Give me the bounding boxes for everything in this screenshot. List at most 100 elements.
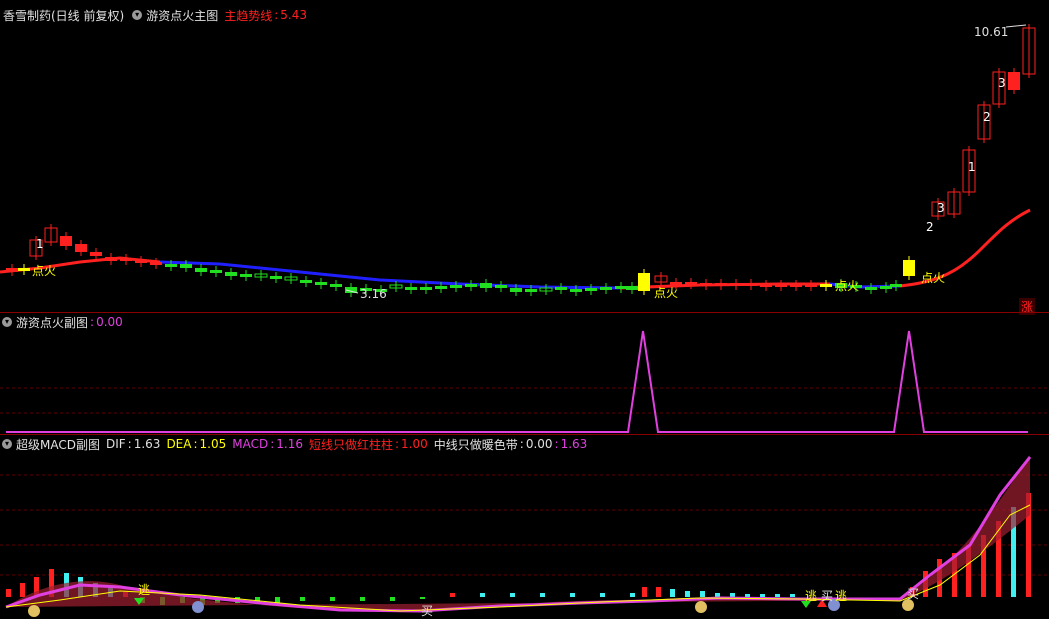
macd-bar [745, 594, 750, 597]
candle-body [210, 270, 222, 273]
ignite-label-4: 点火 [921, 271, 946, 285]
macd-bar [790, 594, 795, 597]
main-chart-canvas[interactable] [0, 0, 1049, 312]
escape-signal-1: 逃 [138, 583, 151, 597]
candle-body [1008, 72, 1020, 90]
sub2-chart-canvas[interactable] [0, 435, 1049, 619]
candle-body [150, 262, 162, 265]
escape-signal-3: 逃 [835, 589, 848, 603]
candle-body [180, 264, 192, 268]
candle-body [570, 289, 582, 292]
candle-body [700, 283, 712, 286]
macd-bar [570, 593, 575, 597]
macd-bar [670, 589, 675, 597]
macd-bar [390, 597, 395, 601]
candle-body [135, 260, 147, 263]
candle-body [600, 287, 612, 290]
money-bag-icon [28, 605, 40, 617]
buy-signal-2: 买 [821, 589, 834, 603]
candle-body [240, 274, 252, 277]
candle-body [745, 283, 757, 286]
macd-bar [20, 583, 25, 597]
count-label-1: 1 [36, 237, 44, 251]
candle-body [760, 284, 772, 287]
macd-bar [656, 587, 661, 597]
macd-bar [730, 593, 735, 597]
candle-body [18, 268, 30, 271]
buy-signal-1: 买 [421, 604, 434, 618]
macd-bar [715, 593, 720, 597]
sub2-chart-panel[interactable]: ▾ 超级MACD副图 DIF : 1.63 DEA : 1.05 MACD : … [0, 435, 1049, 619]
macd-bar [360, 597, 365, 601]
candle-body [330, 284, 342, 287]
count-label-2: 3 [998, 76, 1006, 90]
money-bag-icon [695, 601, 707, 613]
candle-body [865, 287, 877, 290]
macd-bar [700, 591, 705, 597]
candle-body [820, 284, 832, 287]
low-price-label: 3.16 [360, 287, 387, 301]
sub1-chart-canvas[interactable] [0, 313, 1049, 435]
candle-body [270, 276, 282, 279]
candle-body [60, 236, 72, 246]
candle-body [465, 284, 477, 287]
candle-body [685, 282, 697, 285]
ignite-label-3: 点火 [835, 279, 860, 293]
candle-body [890, 284, 902, 287]
candle-body [195, 268, 207, 272]
main-chart-panel[interactable]: 香雪制药(日线 前复权) ▾ 游资点火主图 主趋势线 : 5.43 10.61 … [0, 0, 1049, 315]
candle-body [225, 272, 237, 276]
macd-bar [420, 597, 425, 599]
sub1-chart-panel[interactable]: ▾ 游资点火副图 : 0.00 [0, 313, 1049, 435]
ignite-label-1: 点火 [32, 264, 57, 278]
candle-body [903, 260, 915, 276]
macd-bar [760, 594, 765, 597]
candle-body [525, 289, 537, 292]
macd-bar [775, 594, 780, 597]
escape-signal-2: 逃 [805, 589, 818, 603]
candle-body [90, 252, 102, 256]
candle-body [435, 286, 447, 289]
count-label-3: 2 [983, 110, 991, 124]
ignite-signal-line [6, 330, 1028, 433]
candle-body [555, 287, 567, 290]
count-label-5: 3 [937, 201, 945, 215]
candle-body [6, 268, 18, 272]
macd-bar [330, 597, 335, 601]
candle-body [626, 286, 638, 290]
macd-bar [6, 589, 11, 597]
macd-bar [510, 593, 515, 597]
macd-bar [540, 593, 545, 597]
macd-bar [480, 593, 485, 597]
ignite-label-2: 点火 [654, 286, 679, 300]
sad-face-icon [192, 601, 204, 613]
candle-body [75, 244, 87, 252]
candle-body [495, 285, 507, 288]
candle-body [165, 264, 177, 267]
candle-body [300, 280, 312, 283]
candle-body [405, 287, 417, 290]
candle-body [638, 273, 650, 291]
macd-bar [600, 593, 605, 597]
trend-line-up-3 [899, 208, 1031, 288]
candle-body [790, 284, 802, 287]
high-price-label: 10.61 [974, 25, 1009, 39]
candle-body [450, 285, 462, 288]
buy-signal-3: 买 [907, 587, 920, 601]
candle-body [715, 283, 727, 286]
candle-body [805, 284, 817, 287]
candle-body [120, 258, 132, 261]
count-label-6: 2 [926, 220, 934, 234]
macd-bar [300, 597, 305, 601]
macd-bar [630, 593, 635, 597]
candle-body [105, 257, 117, 261]
candle-body [730, 283, 742, 286]
warm-band [6, 455, 1030, 612]
high-price-pointer [1005, 24, 1027, 28]
candle-body [420, 287, 432, 290]
candle-body [775, 284, 787, 287]
count-label-4: 1 [968, 160, 976, 174]
candle-body [615, 286, 627, 289]
macd-bar [642, 587, 647, 597]
dif-line [5, 456, 1032, 613]
